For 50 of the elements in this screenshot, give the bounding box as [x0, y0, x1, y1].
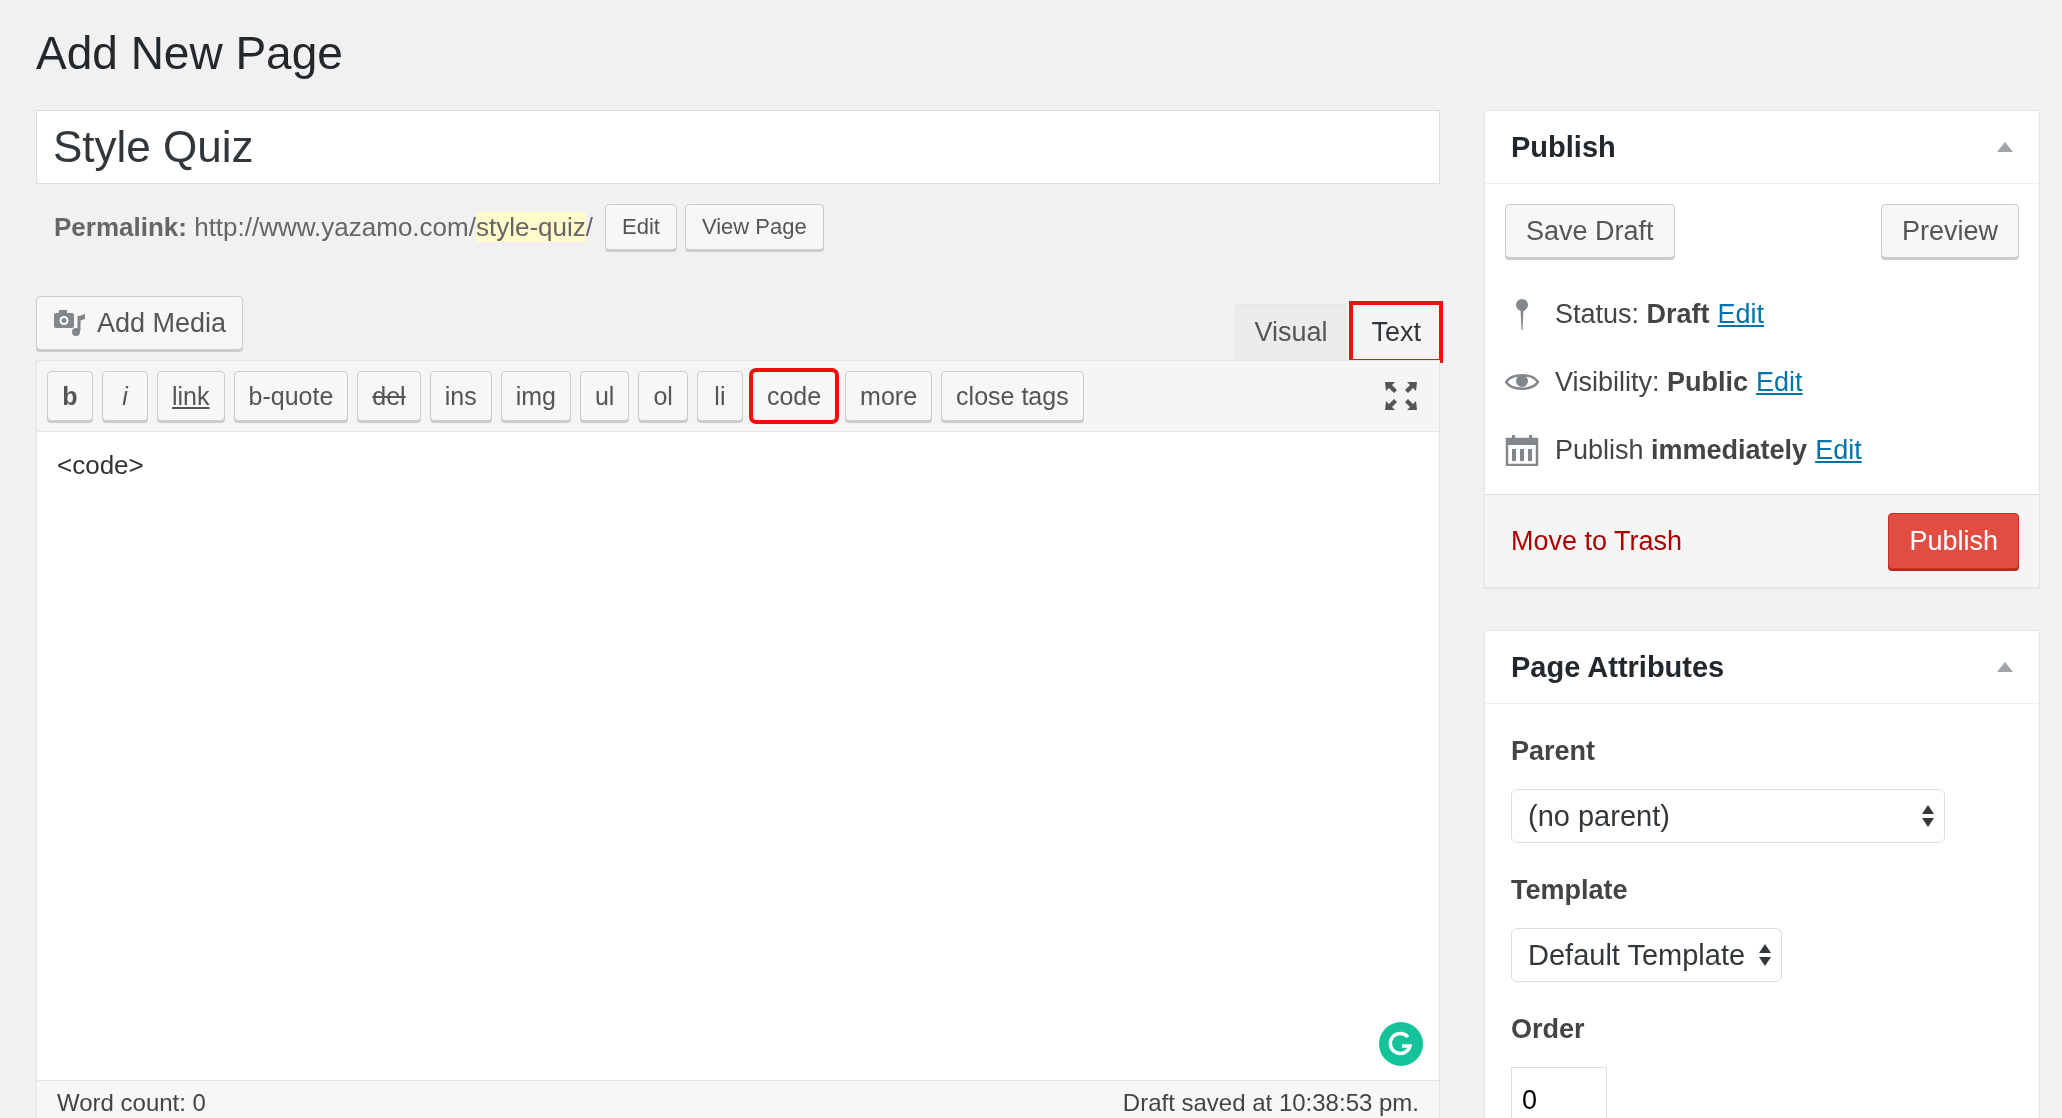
panel-title: Page Attributes — [1511, 650, 1725, 684]
field-label: Order — [1511, 1014, 1585, 1045]
format-button[interactable]: i — [102, 371, 148, 421]
parent-select[interactable]: (no parent) — [1511, 789, 1945, 843]
edit-link[interactable]: Edit — [1756, 366, 1803, 398]
save-draft-button[interactable]: Save Draft — [1505, 204, 1675, 258]
format-button[interactable]: ul — [579, 371, 630, 421]
field-label: Template — [1511, 875, 1628, 906]
permalink-button[interactable]: View Page — [684, 204, 824, 250]
collapse-icon[interactable] — [1997, 142, 2013, 152]
edit-link[interactable]: Edit — [1815, 434, 1862, 466]
field-label: Parent — [1511, 736, 1596, 767]
title-field[interactable]: Style Quiz — [36, 110, 1440, 184]
order-field[interactable]: 0 — [1511, 1067, 1607, 1118]
format-button[interactable]: ins — [429, 371, 492, 421]
panel-title: Publish — [1511, 130, 1616, 164]
editor-tab[interactable]: Text — [1352, 304, 1440, 360]
publish-button[interactable]: Publish — [1888, 513, 2019, 569]
format-button[interactable]: code — [751, 371, 837, 421]
media-icon — [53, 308, 87, 338]
publish-setting: Publish immediately — [1555, 434, 1808, 466]
preview-button[interactable]: Preview — [1880, 204, 2019, 258]
collapse-icon[interactable] — [1997, 662, 2013, 672]
template-select[interactable]: Default Template — [1511, 928, 1783, 982]
save-status: Draft saved at 10:38:53 pm. — [1122, 1089, 1419, 1117]
format-button[interactable]: b — [47, 371, 93, 421]
move-to-trash-link[interactable]: Move to Trash — [1511, 525, 1683, 557]
permalink-button[interactable]: Edit — [605, 204, 677, 250]
page-heading: Add New Page — [36, 26, 344, 81]
permalink-text: Permalink: http://www.yazamo.com/style-quiz/ — [54, 211, 593, 243]
fullscreen-icon[interactable] — [1385, 382, 1417, 410]
word-count: Word count: 0 — [57, 1089, 206, 1117]
format-button[interactable]: more — [845, 371, 933, 421]
format-button[interactable]: ol — [638, 371, 688, 421]
publish-setting: Visibility: Public — [1555, 366, 1749, 398]
add-media-button[interactable]: Add Media — [36, 296, 244, 350]
calendar-icon — [1505, 434, 1539, 466]
format-button[interactable]: img — [500, 371, 571, 421]
up-down-arrows-icon — [1759, 942, 1772, 968]
format-button[interactable]: link — [157, 371, 225, 421]
edit-link[interactable]: Edit — [1717, 298, 1765, 330]
editor-text[interactable]: <code> — [57, 450, 144, 480]
publish-setting: Status: Draft — [1555, 298, 1710, 330]
format-button[interactable]: del — [357, 371, 421, 421]
format-button[interactable]: b-quote — [233, 371, 349, 421]
editor-tab[interactable]: Visual — [1235, 304, 1347, 360]
eye-icon — [1505, 371, 1539, 393]
format-button[interactable]: li — [696, 371, 743, 421]
up-down-arrows-icon — [1922, 803, 1934, 829]
format-button[interactable]: close tags — [941, 371, 1084, 421]
